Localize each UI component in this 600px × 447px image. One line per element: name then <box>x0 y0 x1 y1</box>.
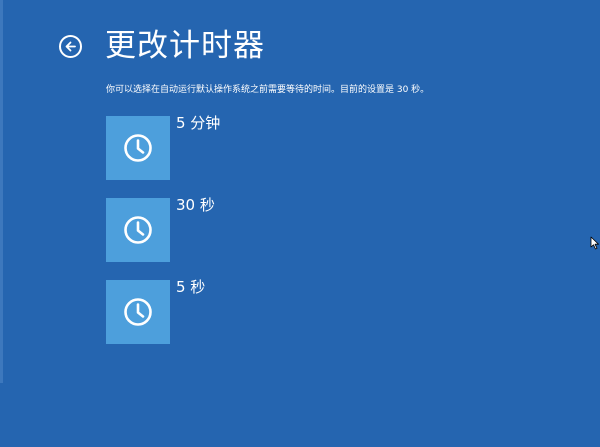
page-title: 更改计时器 <box>105 28 265 64</box>
left-edge-bar <box>0 0 3 383</box>
clock-icon <box>124 134 152 162</box>
option-5-minutes[interactable]: 5 分钟 <box>106 114 406 180</box>
clock-icon <box>124 216 152 244</box>
option-label[interactable]: 5 分钟 <box>176 114 220 132</box>
option-5-seconds[interactable]: 5 秒 <box>106 278 406 344</box>
back-arrow-icon <box>65 41 76 52</box>
mouse-pointer-icon <box>590 236 599 250</box>
back-button[interactable] <box>59 35 82 58</box>
option-tile[interactable] <box>106 116 170 180</box>
option-label[interactable]: 5 秒 <box>176 278 205 296</box>
timer-description: 你可以选择在自动运行默认操作系统之前需要等待的时间。目前的设置是 30 秒。 <box>106 85 430 95</box>
boot-options-screen: 更改计时器 你可以选择在自动运行默认操作系统之前需要等待的时间。目前的设置是 3… <box>0 0 600 447</box>
option-tile[interactable] <box>106 280 170 344</box>
clock-icon <box>124 298 152 326</box>
option-tile[interactable] <box>106 198 170 262</box>
option-30-seconds[interactable]: 30 秒 <box>106 196 406 262</box>
option-label[interactable]: 30 秒 <box>176 196 215 214</box>
